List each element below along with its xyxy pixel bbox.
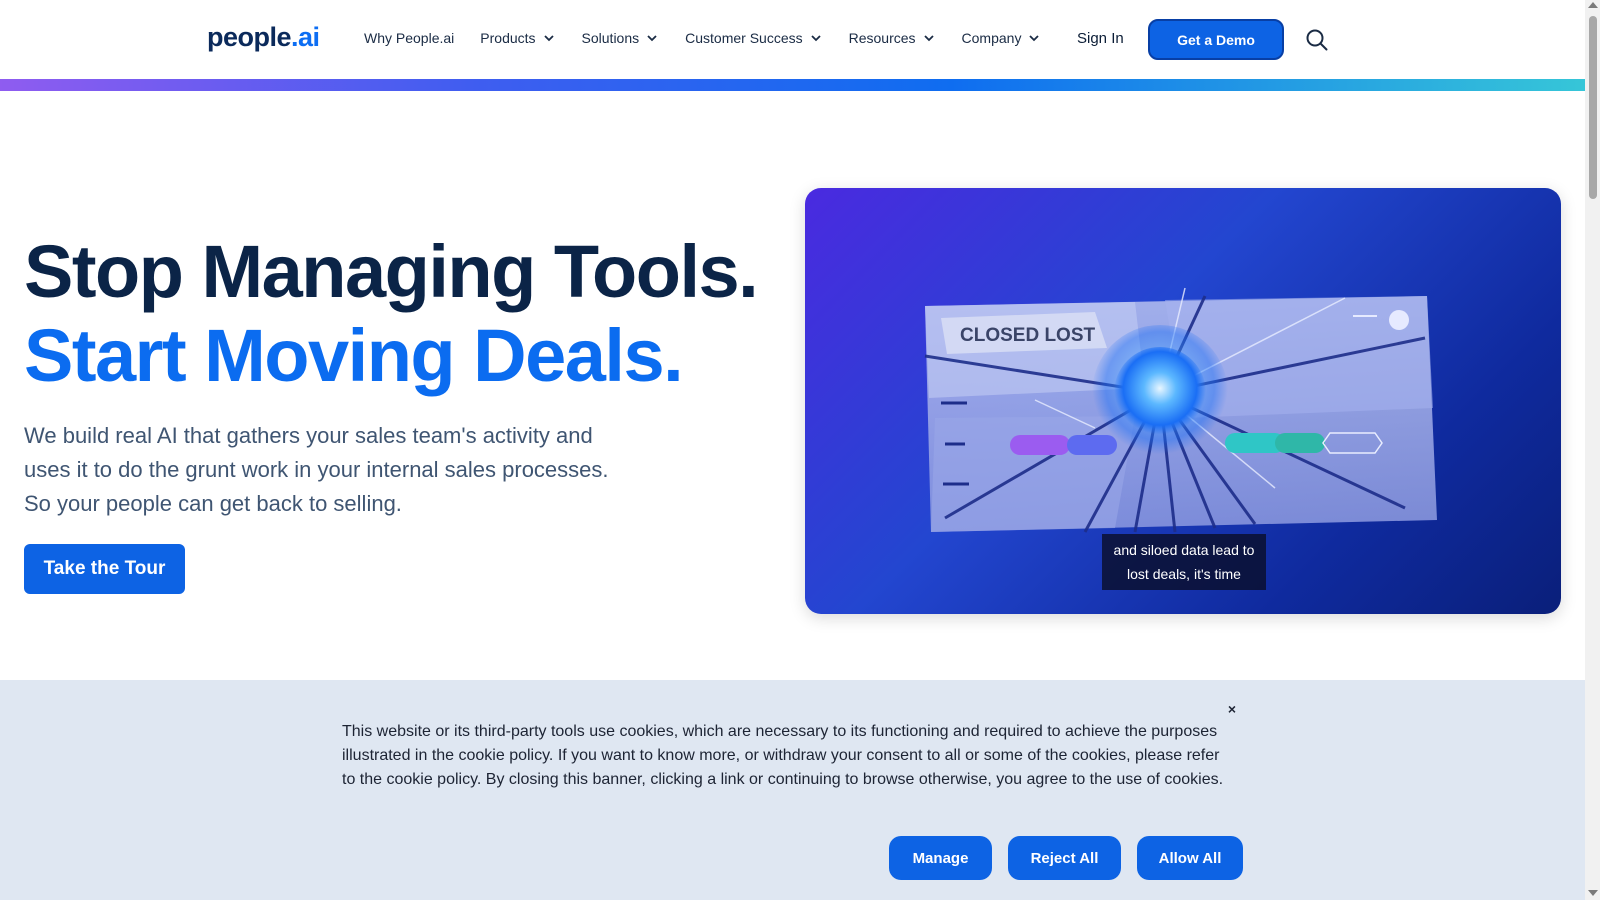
scrollbar-thumb[interactable] bbox=[1589, 16, 1597, 199]
hero-description: We build real AI that gathers your sales… bbox=[24, 423, 609, 516]
nav-item-solutions[interactable]: Solutions bbox=[582, 30, 660, 46]
main-nav: Why People.ai Products Solutions Custome… bbox=[364, 30, 1067, 46]
chevron-down-icon bbox=[810, 35, 821, 42]
logo[interactable]: people.ai bbox=[207, 22, 320, 53]
hero-video[interactable]: CLOSED LOST and siloed data lead to lost… bbox=[805, 188, 1561, 614]
site-header: people.ai Why People.ai Products Solutio… bbox=[0, 0, 1585, 79]
scroll-down-arrow-icon[interactable] bbox=[1588, 890, 1598, 896]
nav-item-customer-success[interactable]: Customer Success bbox=[685, 30, 822, 46]
nav-item-label: Solutions bbox=[581, 30, 640, 46]
page-scrollbar[interactable] bbox=[1585, 0, 1600, 900]
chevron-down-icon bbox=[543, 35, 554, 42]
hero-headline-line1: Stop Managing Tools. bbox=[24, 230, 759, 313]
glowing-orb bbox=[1114, 347, 1206, 439]
nav-item-label: Products bbox=[480, 30, 536, 46]
nav-item-products[interactable]: Products bbox=[480, 30, 555, 46]
nav-item-why-people-ai[interactable]: Why People.ai bbox=[364, 30, 454, 46]
nav-item-resources[interactable]: Resources bbox=[849, 30, 936, 46]
cookie-banner: × This website or its third-party tools … bbox=[0, 680, 1585, 900]
scroll-up-arrow-icon[interactable] bbox=[1588, 2, 1598, 8]
video-caption: and siloed data lead to lost deals, it's… bbox=[1102, 534, 1266, 590]
hero-headline-line2: Start Moving Deals. bbox=[24, 314, 684, 397]
chevron-down-icon bbox=[1029, 35, 1040, 42]
reject-all-button[interactable]: Reject All bbox=[1008, 836, 1121, 880]
get-a-demo-button[interactable]: Get a Demo bbox=[1148, 19, 1284, 60]
nav-item-company[interactable]: Company bbox=[962, 30, 1042, 46]
chevron-down-icon bbox=[923, 35, 934, 42]
nav-item-label: Company bbox=[961, 30, 1022, 46]
cookie-banner-text: This website or its third-party tools us… bbox=[342, 723, 1224, 788]
chevron-down-icon bbox=[647, 35, 657, 42]
take-the-tour-button[interactable]: Take the Tour bbox=[24, 544, 185, 594]
closed-lost-label: CLOSED LOST bbox=[960, 325, 1096, 346]
sign-in-link[interactable]: Sign In bbox=[1077, 30, 1124, 47]
nav-item-label: Customer Success bbox=[685, 30, 803, 46]
allow-all-button[interactable]: Allow All bbox=[1137, 836, 1243, 880]
header-gradient-divider bbox=[0, 79, 1585, 91]
nav-item-label: Resources bbox=[848, 30, 916, 46]
search-icon[interactable] bbox=[1305, 28, 1329, 52]
close-icon[interactable]: × bbox=[1224, 701, 1240, 717]
manage-cookies-button[interactable]: Manage bbox=[889, 836, 992, 880]
nav-item-label: Why People.ai bbox=[364, 30, 455, 46]
